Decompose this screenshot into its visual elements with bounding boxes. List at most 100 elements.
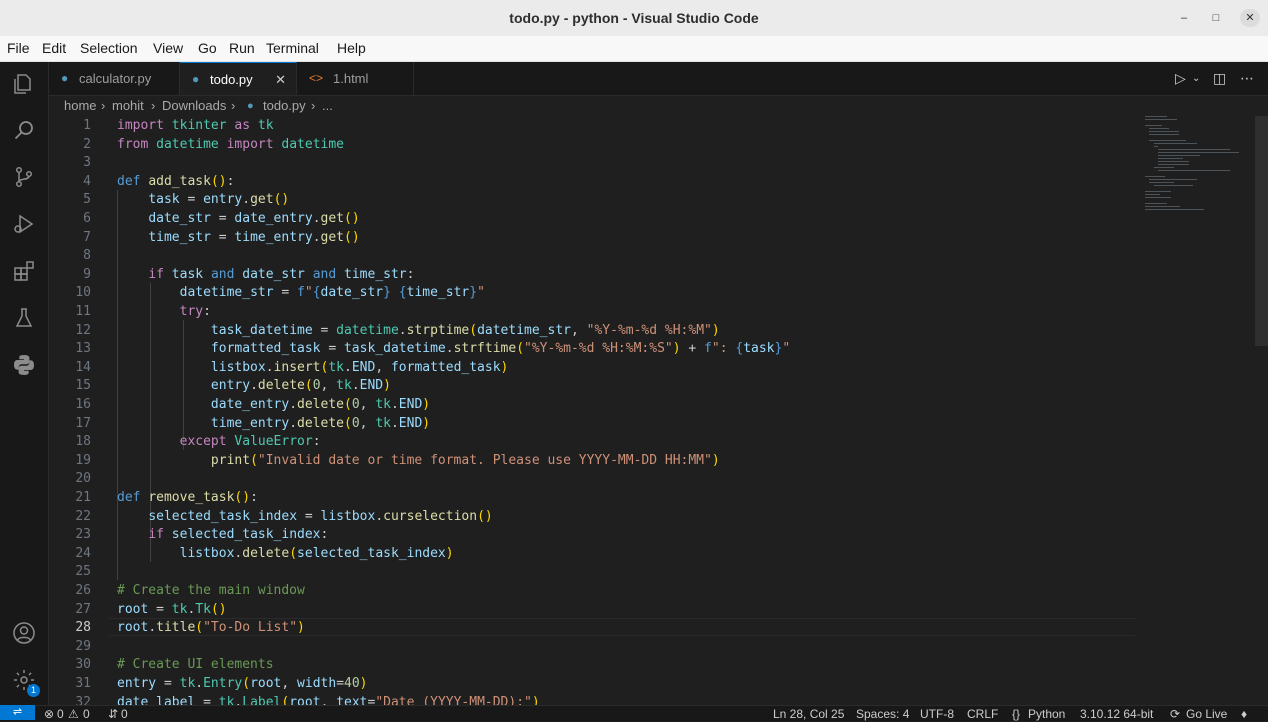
code-editor[interactable]: 1 import tkinter as tk 2 from datetime impo… (49, 116, 1268, 705)
line-number: 1 (83, 118, 91, 133)
python-icon[interactable] (12, 353, 36, 377)
line-number: 12 (75, 322, 91, 338)
line-text: except ValueError: (179, 434, 321, 450)
menu-bar: File Edit Selection View Go Run Terminal… (0, 36, 1268, 62)
minimap-line (1158, 164, 1189, 165)
run-dropdown-icon[interactable]: ⌄ (1192, 73, 1200, 84)
tab-1-html[interactable]: <> 1.html (297, 62, 414, 95)
menu-view[interactable]: View (153, 36, 183, 61)
line-number: 24 (75, 545, 91, 561)
line-text: task_datetime = datetime.strptime(dateti… (210, 322, 720, 338)
accounts-icon[interactable] (12, 621, 36, 645)
menu-go[interactable]: Go (198, 36, 217, 61)
line-number: 17 (75, 415, 91, 431)
line-number: 29 (75, 638, 91, 654)
line-number: 21 (75, 490, 91, 505)
vertical-scrollbar[interactable] (1255, 116, 1268, 346)
line-number: 18 (75, 434, 91, 450)
breadcrumb-downloads[interactable]: Downloads (162, 96, 226, 116)
line-number: 22 (75, 508, 91, 524)
line-number: 8 (83, 248, 91, 264)
line-number: 4 (83, 173, 91, 189)
minimap-line (1149, 134, 1179, 135)
line-number: 6 (83, 211, 91, 226)
menu-file[interactable]: File (7, 36, 30, 61)
breadcrumb-chevron-icon: › (311, 98, 316, 113)
python-file-icon: ● (247, 100, 254, 112)
minimap-line (1154, 167, 1174, 168)
line-number: 2 (83, 136, 91, 152)
minimap-line (1145, 125, 1162, 126)
minimap-line (1154, 185, 1193, 186)
line-text: from datetime import datetime (117, 136, 345, 152)
minimap-line (1158, 161, 1189, 162)
html-file-icon: <> (309, 71, 324, 85)
minimap-line (1158, 152, 1239, 153)
source-control-icon[interactable] (12, 165, 36, 189)
close-tab-icon[interactable]: ✕ (275, 63, 286, 96)
minimap-line (1145, 119, 1177, 120)
minimap-line (1145, 197, 1171, 198)
line-text: def add_task(): (117, 173, 235, 189)
breadcrumb-home[interactable]: home (64, 96, 97, 116)
line-text: datetime_str = f"{date_str} {time_str}" (179, 285, 485, 301)
split-editor-icon[interactable]: ◫ (1213, 70, 1226, 87)
line-text: date_label = tk.Label(root, text="Date (… (117, 694, 540, 705)
menu-run[interactable]: Run (229, 36, 255, 61)
menu-selection[interactable]: Selection (80, 36, 138, 61)
close-window-button[interactable]: ✕ (1240, 9, 1260, 27)
editor-tab-bar: ● calculator.py ● todo.py ✕ <> 1.html (49, 62, 1268, 96)
line-text: if selected_task_index: (148, 527, 329, 543)
tab-label: 1.html (333, 71, 369, 86)
breadcrumb-chevron-icon: › (151, 98, 156, 113)
window-title: todo.py - python - Visual Studio Code (509, 10, 759, 26)
search-icon[interactable] (12, 118, 36, 142)
testing-icon[interactable] (12, 306, 36, 330)
breadcrumb-mohit[interactable]: mohit (112, 96, 144, 116)
line-number: 27 (75, 601, 91, 617)
more-actions-icon[interactable]: ⋯ (1240, 70, 1254, 87)
menu-edit[interactable]: Edit (42, 36, 66, 61)
line-number: 25 (75, 564, 91, 580)
minimap-line (1149, 128, 1169, 129)
line-text: root.title("To-Do List") (117, 620, 305, 636)
tab-calculator[interactable]: ● calculator.py (49, 62, 180, 95)
minimap-line (1149, 182, 1174, 183)
minimap-line (1149, 179, 1197, 180)
line-number: 15 (75, 378, 91, 394)
minimize-button[interactable]: – (1174, 9, 1194, 27)
line-number: 16 (75, 397, 91, 412)
minimap-line (1158, 158, 1183, 159)
remote-indicator-icon[interactable]: ⇌ (0, 705, 35, 720)
run-debug-icon[interactable] (12, 212, 36, 236)
extensions-icon[interactable] (12, 259, 36, 283)
minimap-line (1154, 143, 1197, 144)
line-number: 23 (75, 527, 91, 543)
minimap-line (1145, 203, 1167, 204)
run-python-file-icon[interactable]: ▷ (1175, 70, 1186, 87)
line-number: 26 (75, 583, 91, 598)
line-text: task = entry.get() (148, 192, 290, 208)
tab-todo[interactable]: ● todo.py ✕ (180, 62, 297, 95)
menu-help[interactable]: Help (337, 36, 366, 61)
minimap[interactable] (1145, 116, 1239, 226)
tab-label: todo.py (210, 72, 253, 87)
title-bar: todo.py - python - Visual Studio Code – … (0, 0, 1268, 36)
line-number: 28 (75, 620, 91, 636)
line-text: print("Invalid date or time format. Plea… (210, 452, 720, 468)
line-number: 20 (75, 471, 91, 487)
status-bar: ⊗ 0 ⚠ 0 ⇵ 0 Ln 28, Col 25 Spaces: 4 UTF-… (0, 705, 1268, 721)
breadcrumb-symbol[interactable]: ... (322, 96, 333, 116)
menu-terminal[interactable]: Terminal (266, 36, 319, 61)
line-text: listbox.delete(selected_task_index) (179, 545, 454, 561)
line-number: 3 (83, 155, 91, 171)
breadcrumb-file[interactable]: todo.py (263, 96, 306, 116)
minimap-line (1145, 191, 1171, 192)
line-number: 31 (75, 676, 91, 691)
explorer-icon[interactable] (12, 72, 36, 96)
line-number: 30 (75, 657, 91, 673)
minimap-line (1149, 131, 1179, 132)
maximize-button[interactable]: □ (1206, 9, 1226, 27)
line-text: root = tk.Tk() (117, 601, 227, 617)
line-number: 7 (83, 229, 91, 245)
